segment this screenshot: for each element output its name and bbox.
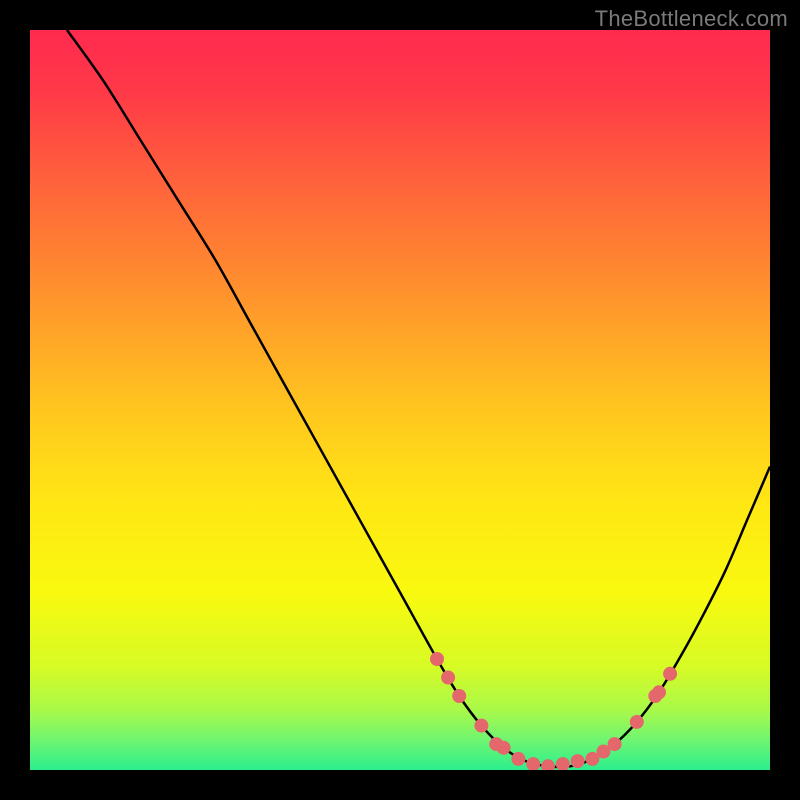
chart-svg xyxy=(30,30,770,770)
marker-point xyxy=(474,719,488,733)
marker-point xyxy=(663,667,677,681)
marker-point xyxy=(511,752,525,766)
marker-point xyxy=(652,685,666,699)
marker-point xyxy=(441,671,455,685)
watermark-label: TheBottleneck.com xyxy=(595,6,788,32)
marker-point xyxy=(452,689,466,703)
marker-point xyxy=(430,652,444,666)
plot-area xyxy=(30,30,770,770)
marker-point xyxy=(608,737,622,751)
marker-point xyxy=(497,741,511,755)
marker-point xyxy=(571,754,585,768)
chart-container: TheBottleneck.com xyxy=(0,0,800,800)
marker-point xyxy=(630,715,644,729)
